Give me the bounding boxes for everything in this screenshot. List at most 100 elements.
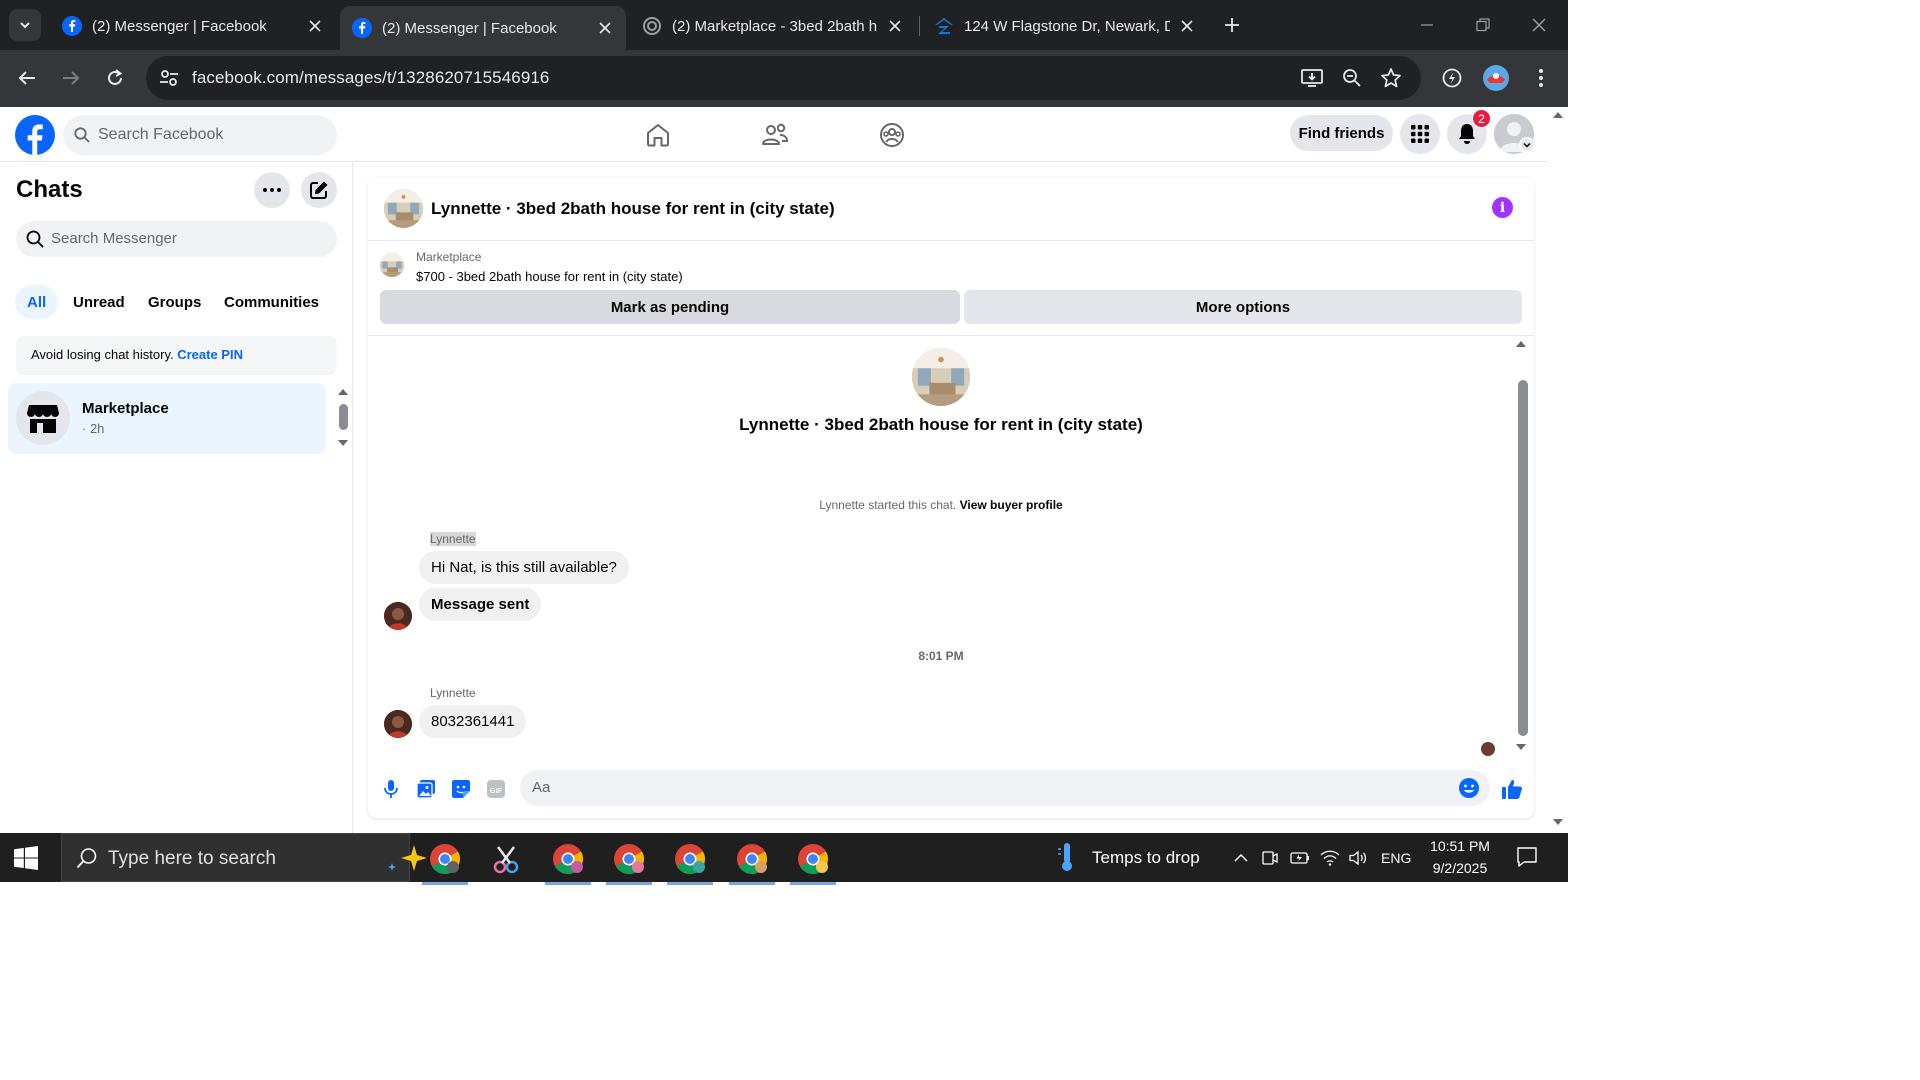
tab-zillow[interactable]: 124 W Flagstone Dr, Newark, D [922, 6, 1208, 46]
address-bar[interactable]: facebook.com/messages/t/1328620715546916 [146, 56, 1421, 100]
tab-marketplace[interactable]: (2) Marketplace - 3bed 2bath h [630, 6, 916, 46]
nav-home[interactable] [642, 119, 674, 151]
sticker-button[interactable] [449, 777, 473, 801]
tab-messenger-2[interactable]: (2) Messenger | Facebook [340, 6, 626, 50]
site-settings-icon[interactable] [158, 67, 180, 89]
new-message-button[interactable] [301, 172, 337, 208]
reload-button[interactable] [101, 64, 129, 92]
messenger-search-bar[interactable]: Search Messenger [16, 221, 337, 257]
close-icon[interactable] [596, 19, 614, 37]
page-scroll-up-icon[interactable] [1552, 111, 1564, 119]
install-app-icon[interactable] [1300, 66, 1324, 90]
chat-options-button[interactable] [254, 172, 290, 208]
volume-icon[interactable] [1348, 848, 1368, 868]
facebook-logo-icon[interactable] [15, 115, 55, 155]
minimize-button[interactable] [1414, 12, 1440, 38]
tab-search-button[interactable] [9, 9, 41, 41]
extension-avatar-icon[interactable] [1482, 64, 1510, 92]
chrome-menu-icon[interactable] [1527, 64, 1555, 92]
taskbar-chrome-5[interactable] [727, 839, 777, 885]
more-options-button[interactable]: More options [964, 290, 1522, 324]
new-tab-button[interactable] [1220, 13, 1244, 37]
taskbar-chrome-3[interactable] [604, 839, 654, 885]
grid-menu-icon [1411, 125, 1429, 143]
filter-communities[interactable]: Communities [212, 285, 331, 319]
sender-avatar[interactable] [384, 602, 412, 630]
taskbar-chrome-6[interactable] [788, 839, 838, 885]
conversation-scrollbar[interactable] [1518, 380, 1528, 736]
page-scroll-down-icon[interactable] [1552, 818, 1564, 826]
wifi-icon[interactable] [1320, 848, 1340, 868]
message-bubble[interactable]: 8032361441 [419, 705, 527, 738]
filter-all[interactable]: All [15, 285, 59, 319]
facebook-icon [62, 16, 82, 36]
back-button[interactable] [13, 64, 41, 92]
info-icon[interactable]: i [1492, 197, 1513, 218]
emoji-icon[interactable] [1458, 777, 1480, 799]
weather-text[interactable]: Temps to drop [1092, 848, 1200, 868]
mark-as-pending-button[interactable]: Mark as pending [380, 290, 960, 324]
tab-messenger-1[interactable]: (2) Messenger | Facebook [50, 6, 336, 46]
account-dropdown[interactable] [1519, 137, 1535, 153]
sender-avatar[interactable] [384, 710, 412, 738]
scroll-down-arrow-icon[interactable] [1515, 743, 1527, 751]
message-input[interactable]: Aa [520, 770, 1490, 806]
close-window-button[interactable] [1526, 12, 1552, 38]
listing-large-thumbnail[interactable] [912, 348, 970, 406]
message-bubble[interactable]: Message sent [419, 588, 542, 621]
clock-date[interactable]: 9/2/2025 [1424, 860, 1496, 876]
sidebar-scrollbar[interactable] [339, 404, 348, 430]
clock-time[interactable]: 10:51 PM [1424, 838, 1496, 854]
thermometer-icon[interactable] [1056, 841, 1078, 873]
voice-clip-button[interactable] [379, 777, 403, 801]
filter-unread[interactable]: Unread [61, 285, 137, 319]
chrome-icon [798, 844, 828, 874]
notification-center-icon[interactable] [1516, 846, 1538, 868]
filter-groups[interactable]: Groups [136, 285, 213, 319]
like-button[interactable] [1500, 777, 1524, 801]
gif-button[interactable]: GIF [484, 777, 508, 801]
scroll-up-arrow-icon[interactable] [337, 388, 349, 396]
browser-toolbar: facebook.com/messages/t/1328620715546916 [0, 50, 1568, 107]
home-icon [647, 124, 669, 147]
zoom-icon[interactable] [1340, 66, 1364, 90]
facebook-search-bar[interactable]: Search Facebook [63, 115, 337, 155]
search-icon [26, 230, 44, 248]
bookmark-star-icon[interactable] [1379, 66, 1403, 90]
listing-thumbnail[interactable] [384, 189, 423, 228]
nav-friends[interactable] [759, 119, 791, 151]
close-icon[interactable] [1178, 17, 1196, 35]
groups-icon [880, 123, 904, 147]
scroll-down-arrow-icon[interactable] [337, 439, 349, 447]
windows-start-icon[interactable] [14, 846, 38, 870]
scroll-up-arrow-icon[interactable] [1515, 340, 1527, 348]
input-language[interactable]: ENG [1381, 850, 1411, 866]
meet-now-icon[interactable] [1260, 848, 1280, 868]
listing-thumbnail[interactable] [380, 253, 404, 277]
message-bubble[interactable]: Hi Nat, is this still available? [419, 551, 629, 584]
close-icon[interactable] [306, 17, 324, 35]
battery-icon[interactable] [1290, 848, 1310, 868]
sender-name: Lynnette [430, 532, 476, 546]
create-pin-link[interactable]: Create PIN [177, 347, 243, 362]
url-text[interactable]: facebook.com/messages/t/1328620715546916 [192, 68, 549, 88]
view-buyer-profile-link[interactable]: View buyer profile [960, 498, 1063, 512]
attach-photo-button[interactable] [414, 777, 438, 801]
sender-name: Lynnette [430, 686, 476, 700]
taskbar-snipping-tool[interactable] [481, 839, 531, 879]
listing-description[interactable]: $700 - 3bed 2bath house for rent in (cit… [416, 269, 683, 284]
nav-groups[interactable] [876, 119, 908, 151]
conversation-title[interactable]: Lynnette · 3bed 2bath house for rent in … [431, 199, 835, 219]
forward-button[interactable] [57, 64, 85, 92]
taskbar-search-box[interactable]: Type here to search [61, 833, 454, 882]
close-icon[interactable] [886, 17, 904, 35]
restore-button[interactable] [1470, 12, 1496, 38]
taskbar-chrome-1[interactable] [420, 839, 470, 885]
taskbar-chrome-2[interactable] [543, 839, 593, 885]
performance-icon[interactable] [1438, 64, 1466, 92]
find-friends-button[interactable]: Find friends [1290, 115, 1393, 151]
taskbar-chrome-4[interactable] [665, 839, 715, 885]
show-hidden-icons[interactable] [1231, 848, 1251, 868]
chat-item-marketplace[interactable]: Marketplace · 2h [8, 383, 326, 454]
menu-button[interactable] [1400, 114, 1440, 154]
